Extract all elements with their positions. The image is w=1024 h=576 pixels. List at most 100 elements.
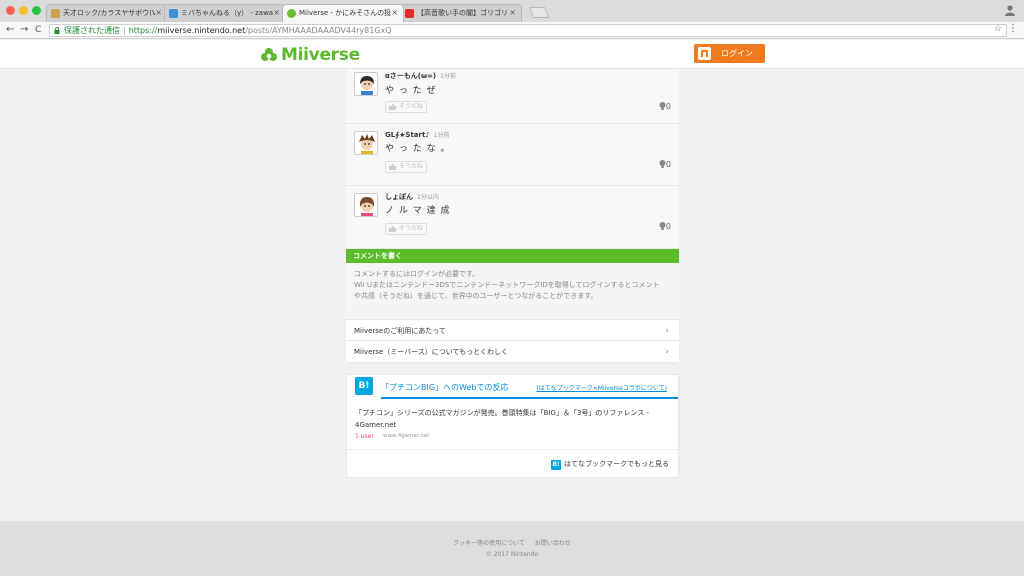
hatena-divider — [381, 397, 678, 399]
comment-body: や っ た ぜ — [385, 86, 437, 96]
tab-close-icon[interactable]: × — [391, 5, 398, 21]
comment-time: 1分以内 — [417, 194, 439, 201]
site-header: Miiverse ログイン — [0, 40, 1024, 69]
empathy-icon — [659, 222, 666, 230]
info-links: Miiverseのご利用にあたって › Miiverse（ミーバース）についても… — [346, 319, 679, 363]
yeah-button[interactable]: そうだね — [385, 161, 427, 173]
author-name: しょぼん — [385, 193, 413, 201]
comment-time: 1分前 — [433, 132, 450, 139]
url-host: miiverse.nintendo.net — [157, 26, 246, 35]
login-label: ログイン — [721, 49, 753, 58]
hatena-entry-link[interactable]: 「プチコン」シリーズの公式マガジンが発売。巻頭特集は「BIG」＆「3号」のリファ… — [355, 407, 675, 431]
hatena-bookmark-icon: B! — [551, 460, 561, 470]
copyright: © 2017 Nintendo — [485, 551, 539, 558]
chevron-right-icon: › — [665, 347, 669, 357]
tab-close-icon[interactable]: × — [155, 5, 162, 21]
chevron-right-icon: › — [665, 326, 669, 336]
profile-icon[interactable] — [1004, 4, 1016, 16]
logo-text: Miiverse — [281, 45, 360, 65]
site-footer: クッキー等の使用について お問い合わせ © 2017 Nintendo — [0, 521, 1024, 576]
tab-favicon-icon — [169, 9, 178, 18]
comment-body: や っ た な 。 — [385, 144, 451, 154]
tab-close-icon[interactable]: × — [509, 5, 516, 21]
hatena-bookmark-panel: B! 「プチコンBIG」へのWebでの反応 (はてなブックマーク×Miivers… — [346, 374, 679, 478]
empathy-count: 0 — [659, 102, 671, 111]
entry-title-line: 「プチコン」シリーズの公式マガジンが発売。巻頭特集は「BIG」＆「3号」のリファ… — [355, 409, 650, 417]
tab-title: 【高音歌い手の闇】ゴリゴリじ◀ — [417, 9, 509, 17]
yeah-label: そうだね — [399, 163, 424, 170]
secure-connection-label: 保護された通信 — [64, 26, 120, 35]
author-name: GL∮★Start♪ — [385, 131, 430, 139]
cookie-policy-link[interactable]: クッキー等の使用について — [453, 540, 525, 547]
browser-tab-4[interactable]: 【高音歌い手の闇】ゴリゴリじ◀ × — [400, 4, 522, 22]
comment-item[interactable]: GL∮★Start♪ 1分前 や っ た な 。 そうだね 0 — [346, 124, 679, 186]
empathy-icon — [659, 160, 666, 168]
browser-tab-bar: 天才ロック/カラスヤサボウ(Vo.歌 × ミバちゃんねる（y） - zawaza… — [0, 0, 1024, 22]
yeah-button[interactable]: そうだね — [385, 223, 427, 235]
link-terms-of-use[interactable]: Miiverseのご利用にあたって › — [346, 319, 679, 341]
reload-button[interactable]: C — [35, 23, 41, 37]
browser-tab-1[interactable]: 天才ロック/カラスヤサボウ(Vo.歌 × — [46, 4, 168, 22]
lock-icon — [54, 27, 60, 34]
contact-link[interactable]: お問い合わせ — [535, 540, 571, 547]
back-button[interactable]: ← — [6, 23, 14, 37]
notice-line: コメントするにはログインが必要です。 — [354, 270, 480, 278]
hatena-collab-link[interactable]: (はてなブックマーク×Miiverseコラボについて) — [536, 383, 667, 392]
tab-close-icon[interactable]: × — [273, 5, 280, 21]
login-button[interactable]: ログイン — [694, 44, 765, 63]
yeah-label: そうだね — [399, 103, 424, 110]
avatar[interactable] — [354, 131, 378, 155]
url-path: /posts/AYMHAAADAAADV44ry81GxQ — [245, 26, 392, 35]
menu-icon[interactable]: ⋮ — [1008, 23, 1018, 34]
browser-tab-2[interactable]: ミバちゃんねる（y） - zawazawa × — [164, 4, 286, 22]
hatena-bookmark-logo: B! — [355, 377, 373, 395]
yeah-label: そうだね — [399, 225, 424, 232]
login-required-notice: コメントするにはログインが必要です。 Wii Uまたはニンテンドー3DSでニンテ… — [346, 263, 679, 319]
yeah-button[interactable]: そうだね — [385, 101, 427, 113]
empathy-value: 0 — [665, 102, 671, 111]
divider — [347, 449, 678, 450]
avatar[interactable] — [354, 193, 378, 217]
avatar[interactable] — [354, 72, 378, 96]
comment-time: 1分前 — [440, 73, 456, 80]
link-about-miiverse[interactable]: Miiverse（ミーバース）についてもっとくわしく › — [346, 341, 679, 363]
empathy-value: 0 — [665, 160, 671, 169]
comment-body: ノ ル マ 達 成 — [385, 206, 451, 216]
yeah-hand-icon — [389, 103, 397, 110]
author-name: αさーもん(ω∞) — [385, 72, 437, 80]
link-label: Miiverse（ミーバース）についてもっとくわしく — [354, 348, 509, 356]
entry-title-line: 4Gamer.net — [355, 421, 397, 429]
minimize-window-icon[interactable] — [19, 6, 28, 15]
comment-author: GL∮★Start♪ 1分前 — [385, 130, 450, 139]
footer-links: クッキー等の使用について お問い合わせ — [0, 538, 1024, 547]
star-icon[interactable]: ☆ — [994, 24, 1002, 35]
youtube-favicon-icon — [405, 9, 414, 18]
comment-item[interactable]: しょぼん 1分以内 ノ ル マ 達 成 そうだね 0 — [346, 186, 679, 249]
forward-button[interactable]: → — [20, 23, 28, 37]
close-window-icon[interactable] — [6, 6, 15, 15]
post-column: αさーもん(ω∞) 1分前 や っ た ぜ そうだね 0 GL∮★Start♪ 1分… — [346, 69, 679, 363]
miiverse-favicon-icon — [287, 9, 296, 18]
maximize-window-icon[interactable] — [32, 6, 41, 15]
bookmark-user-count[interactable]: 1 user — [355, 433, 374, 440]
tab-title: 天才ロック/カラスヤサボウ(Vo.歌 — [63, 9, 155, 17]
miiverse-logo-icon — [261, 48, 277, 61]
url-scheme: https:// — [128, 26, 158, 35]
notice-line: や共感（そうだね）を通じて、世界中のユーザーとつながることができます。 — [354, 292, 598, 300]
more-label: はてなブックマークでもっと見る — [564, 460, 669, 468]
miiverse-logo[interactable]: Miiverse — [260, 44, 360, 66]
comment-author: αさーもん(ω∞) 1分前 — [385, 71, 456, 81]
link-label: Miiverseのご利用にあたって — [354, 327, 446, 335]
empathy-count: 0 — [659, 160, 671, 169]
empathy-value: 0 — [665, 222, 671, 231]
comment-item[interactable]: αさーもん(ω∞) 1分前 や っ た ぜ そうだね 0 — [346, 69, 679, 124]
tab-title: ミバちゃんねる（y） - zawazawa — [181, 9, 273, 17]
browser-toolbar: ← → C 保護された通信 | https://miiverse.nintendo.… — [0, 22, 1024, 39]
write-comment-heading: コメントを書く — [346, 249, 679, 263]
new-tab-button[interactable] — [528, 7, 550, 18]
address-bar[interactable]: 保護された通信 | https://miiverse.nintendo.net/po… — [49, 24, 1007, 37]
yeah-hand-icon — [389, 163, 397, 170]
empathy-count: 0 — [659, 222, 671, 231]
browser-tab-3-active[interactable]: Miiverse - かにみそさんの投稿 | × — [282, 4, 404, 22]
hatena-more-link[interactable]: B! はてなブックマークでもっと見る — [551, 459, 669, 470]
